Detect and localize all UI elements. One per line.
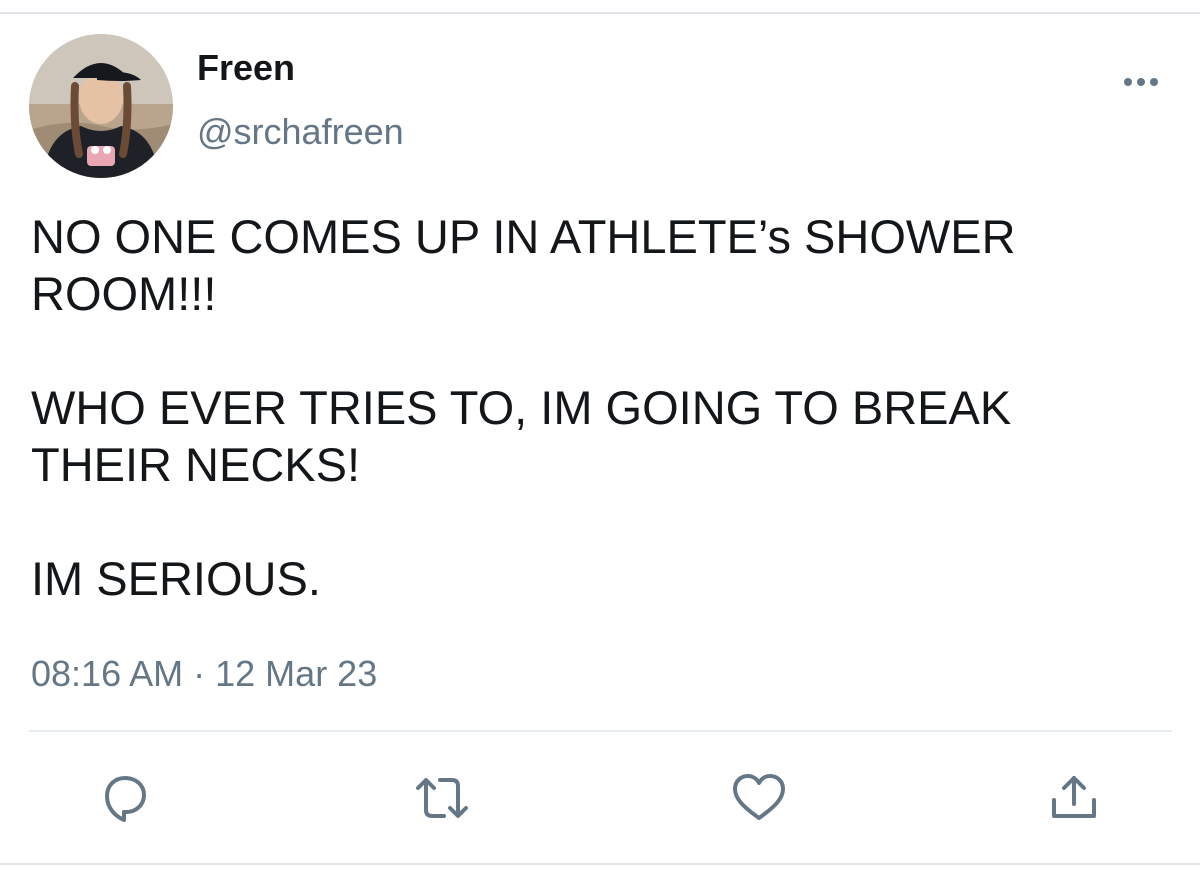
- timestamp-separator: ·: [193, 653, 206, 694]
- reply-bubble-icon: [105, 776, 146, 822]
- tweet-text: NO ONE COMES UP IN ATHLETE’s SHOWER ROOM…: [31, 210, 1016, 605]
- bottom-divider: [0, 863, 1200, 889]
- like-button[interactable]: [730, 770, 786, 826]
- actions-divider: [29, 730, 1172, 732]
- reply-button[interactable]: [97, 770, 153, 826]
- heart-icon: [733, 774, 785, 820]
- author-handle[interactable]: @srchafreen: [197, 112, 404, 152]
- tweet-date: 12 Mar 23: [215, 653, 378, 694]
- author-display-name[interactable]: Freen: [197, 48, 295, 88]
- avatar-image: [29, 34, 173, 178]
- top-divider: [0, 0, 1200, 14]
- retweet-arrows-icon: [416, 778, 468, 818]
- share-upload-icon: [1052, 776, 1096, 818]
- tweet-time: 08:16 AM: [31, 653, 184, 694]
- tweet-timestamp[interactable]: 08:16 AM · 12 Mar 23: [31, 654, 377, 694]
- share-button[interactable]: [1046, 770, 1102, 826]
- avatar[interactable]: [29, 34, 173, 178]
- more-options-button[interactable]: [1118, 70, 1164, 94]
- retweet-button[interactable]: [410, 770, 468, 826]
- more-dots-icon: [1124, 78, 1158, 86]
